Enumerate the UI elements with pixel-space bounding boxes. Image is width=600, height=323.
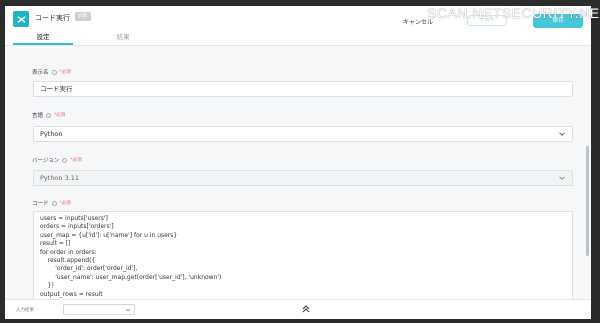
- chevron-down-icon: [125, 308, 131, 312]
- code-line: for order in orders:: [40, 248, 97, 256]
- code-line: result.append({: [40, 257, 96, 265]
- code-line: users = inputs['users']: [40, 215, 108, 222]
- code-line: user_map = {u['id']: u['name'] for u in …: [40, 231, 178, 239]
- tab-settings[interactable]: 設定: [13, 31, 73, 45]
- info-icon[interactable]: [51, 69, 57, 75]
- language-label-text: 言語: [32, 113, 44, 119]
- code-editor[interactable]: users = inputs['users'] orders = inputs[…: [33, 211, 573, 301]
- expand-up-icon[interactable]: [301, 304, 311, 314]
- language-select-value: Python: [40, 130, 63, 138]
- version-select-value: Python 3.11: [40, 174, 80, 182]
- page-title: コード実行: [35, 14, 70, 22]
- required-marker: *必須: [59, 70, 71, 75]
- version-label: バージョン *必須: [32, 156, 82, 164]
- display-name-label-text: 表示名: [32, 70, 49, 76]
- required-marker: *必須: [70, 158, 82, 163]
- watermark: SCAN.NETSECURITY.NE.JP: [427, 5, 600, 21]
- code-scissors-icon: [13, 11, 29, 27]
- info-icon[interactable]: [51, 200, 57, 206]
- scrollbar-thumb[interactable]: [586, 146, 589, 256]
- tab-results[interactable]: 結果: [93, 31, 153, 45]
- version-select[interactable]: Python 3.11: [33, 170, 573, 186]
- info-icon[interactable]: [62, 157, 68, 163]
- footer-label: 入力結果: [16, 308, 34, 313]
- display-name-label: 表示名 *必須: [32, 68, 71, 76]
- chevron-down-icon: [559, 176, 565, 180]
- language-select[interactable]: Python: [33, 126, 573, 142]
- display-name-input[interactable]: コード実行: [33, 81, 573, 97]
- footer-bar: 入力結果: [5, 299, 591, 319]
- code-line: output_rows = result: [40, 290, 103, 298]
- beta-badge: β版: [75, 12, 92, 21]
- code-label-text: コード: [32, 201, 49, 207]
- required-marker: *必須: [54, 113, 66, 118]
- code-label: コード *必須: [32, 199, 71, 207]
- code-line: 'order_id': order['order_id'],: [40, 265, 138, 273]
- required-marker: *必須: [59, 201, 71, 206]
- code-line: }): [40, 282, 54, 290]
- input-result-select[interactable]: [63, 304, 135, 315]
- code-line: 'user_name': user_map.get(order['user_id…: [40, 273, 222, 281]
- version-label-text: バージョン: [32, 158, 60, 164]
- code-line: orders = inputs['orders']: [40, 223, 114, 231]
- form-area: 表示名 *必須 コード実行 言語 *必須 Python バージョン *必須 Py…: [5, 48, 591, 301]
- info-icon[interactable]: [46, 112, 52, 118]
- chevron-down-icon: [559, 132, 565, 136]
- language-label: 言語 *必須: [32, 111, 65, 119]
- code-line: result = []: [40, 240, 71, 248]
- app-panel: コード実行 β版 キャンセル テスト 保存 設定 結果 表示名 *必須 コード実…: [5, 6, 591, 313]
